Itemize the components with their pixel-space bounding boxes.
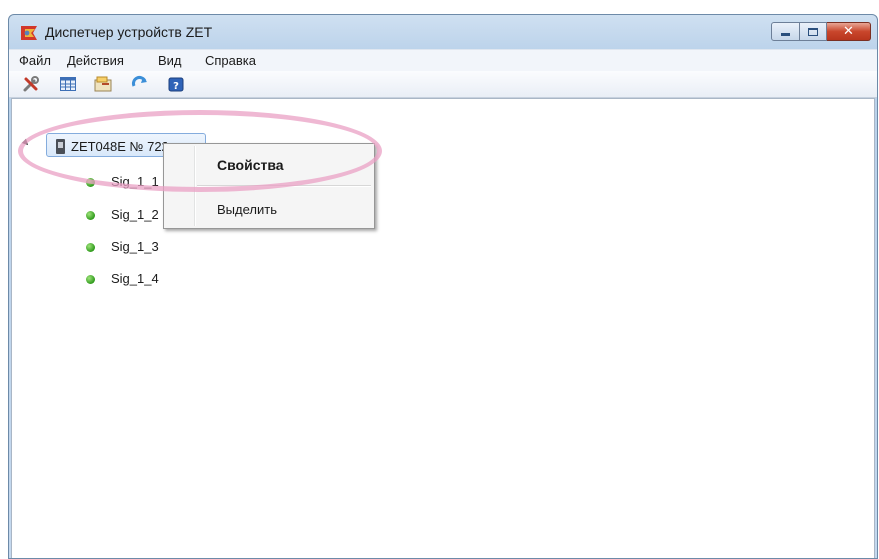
help-icon[interactable]: ? [167,75,185,93]
menu-help[interactable]: Справка [205,53,256,68]
window-title: Диспетчер устройств ZET [45,24,213,40]
minimize-icon [781,33,790,36]
close-button[interactable]: ✕ [827,22,871,41]
minimize-button[interactable] [771,22,800,41]
annotation-ellipse [18,110,382,192]
caption-buttons: ✕ [771,22,871,41]
table-icon[interactable] [59,75,77,93]
signal-label: Sig_1_2 [111,207,159,222]
tools-icon[interactable] [22,75,40,93]
maximize-button[interactable] [800,22,827,41]
svg-text:?: ? [173,81,179,92]
title-bar[interactable]: Диспетчер устройств ZET ✕ [9,15,877,49]
signal-label: Sig_1_4 [111,271,159,286]
zet-app-icon [21,26,37,40]
menu-bar: Файл Действия Вид Справка [9,49,877,72]
main-window: Диспетчер устройств ZET ✕ Файл Действия … [8,14,878,559]
menu-actions[interactable]: Действия [67,53,124,68]
refresh-icon[interactable] [131,75,149,93]
status-dot-icon [86,211,95,220]
menu-file[interactable]: Файл [19,53,51,68]
close-icon: ✕ [843,24,854,39]
menu-view[interactable]: Вид [158,53,182,68]
context-menu-select[interactable]: Выделить [217,202,277,217]
toolbar: ? [9,71,877,98]
maximize-icon [808,27,818,36]
status-dot-icon [86,243,95,252]
signal-label: Sig_1_3 [111,239,159,254]
status-dot-icon [86,275,95,284]
properties-icon[interactable] [94,75,112,93]
